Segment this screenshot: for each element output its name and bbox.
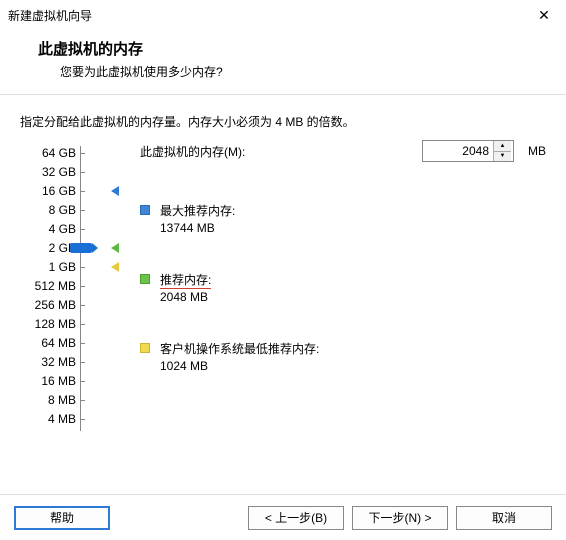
scale-label: 16 GB [20, 182, 76, 201]
instruction-text: 指定分配给此虚拟机的内存量。内存大小必须为 4 MB 的倍数。 [0, 95, 566, 138]
close-icon: ✕ [538, 7, 550, 24]
memory-scale-labels: 64 GB 32 GB 16 GB 8 GB 4 GB 2 GB 1 GB 51… [20, 144, 76, 429]
content-area: 64 GB 32 GB 16 GB 8 GB 4 GB 2 GB 1 GB 51… [0, 138, 566, 468]
slider-thumb[interactable] [70, 243, 92, 253]
back-button[interactable]: < 上一步(B) [248, 506, 344, 530]
rec-label: 推荐内存: [160, 271, 211, 288]
min-rec-label: 客户机操作系统最低推荐内存: [160, 340, 319, 357]
green-square-icon [140, 274, 150, 284]
memory-input-row: 此虚拟机的内存(M): ▲ ▼ MB [140, 140, 546, 162]
scale-label: 64 GB [20, 144, 76, 163]
scale-label: 1 GB [20, 258, 76, 277]
memory-unit: MB [528, 144, 546, 158]
page-subtitle: 您要为此虚拟机使用多少内存? [38, 63, 546, 80]
memory-label: 此虚拟机的内存(M): [140, 143, 245, 160]
memory-slider[interactable] [80, 146, 130, 431]
min-rec-value: 1024 MB [160, 359, 319, 373]
memory-spinner: ▲ ▼ [422, 140, 514, 162]
scale-label: 512 MB [20, 277, 76, 296]
recommended: 推荐内存: 2048 MB [140, 271, 546, 304]
rec-marker-icon [111, 243, 119, 253]
wizard-footer: 帮助 < 上一步(B) 下一步(N) > 取消 [0, 494, 566, 540]
scale-label: 2 GB [20, 239, 76, 258]
scale-label: 8 GB [20, 201, 76, 220]
spinner-buttons: ▲ ▼ [493, 141, 511, 161]
scale-label: 128 MB [20, 315, 76, 334]
max-rec-value: 13744 MB [160, 221, 235, 235]
help-button[interactable]: 帮助 [14, 506, 110, 530]
next-button[interactable]: 下一步(N) > [352, 506, 448, 530]
min-recommended: 客户机操作系统最低推荐内存: 1024 MB [140, 340, 546, 373]
memory-input[interactable] [423, 141, 493, 161]
yellow-square-icon [140, 343, 150, 353]
scale-label: 4 MB [20, 410, 76, 429]
min-marker-icon [111, 262, 119, 272]
titlebar: 新建虚拟机向导 ✕ [0, 0, 566, 30]
scale-label: 256 MB [20, 296, 76, 315]
scale-label: 16 MB [20, 372, 76, 391]
blue-square-icon [140, 205, 150, 215]
scale-label: 8 MB [20, 391, 76, 410]
close-button[interactable]: ✕ [522, 0, 566, 30]
page-title: 此虚拟机的内存 [38, 38, 546, 59]
scale-label: 32 MB [20, 353, 76, 372]
max-marker-icon [111, 186, 119, 196]
cancel-button[interactable]: 取消 [456, 506, 552, 530]
memory-details: 此虚拟机的内存(M): ▲ ▼ MB 最大推荐内存: 13744 MB 推荐内存… [140, 140, 546, 409]
window-title: 新建虚拟机向导 [8, 7, 92, 24]
scale-label: 4 GB [20, 220, 76, 239]
rec-value: 2048 MB [160, 290, 211, 304]
scale-label: 32 GB [20, 163, 76, 182]
spinner-down-icon[interactable]: ▼ [494, 152, 511, 162]
scale-label: 64 MB [20, 334, 76, 353]
wizard-header: 此虚拟机的内存 您要为此虚拟机使用多少内存? [0, 30, 566, 94]
max-recommended: 最大推荐内存: 13744 MB [140, 202, 546, 235]
max-rec-label: 最大推荐内存: [160, 202, 235, 219]
spinner-up-icon[interactable]: ▲ [494, 141, 511, 152]
